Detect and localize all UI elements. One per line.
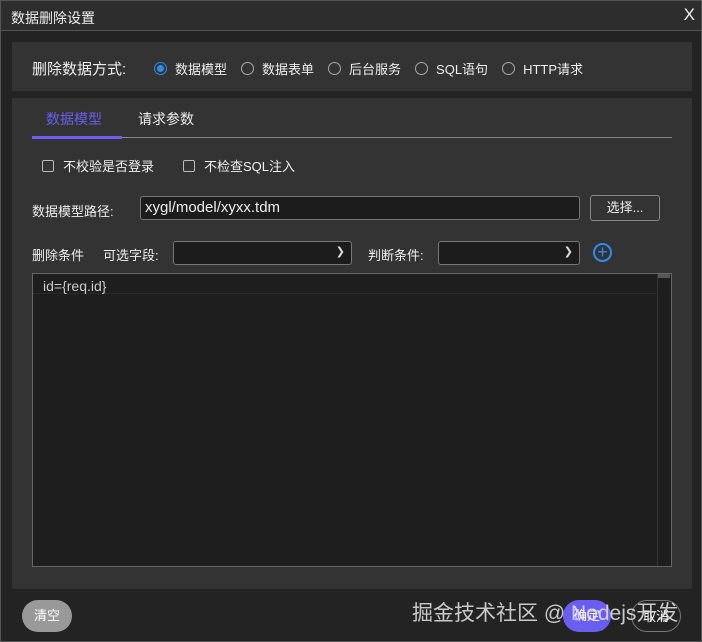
checkbox-label: 不校验是否登录 [63,159,155,174]
scrollbar-thumb[interactable] [658,274,670,278]
condition-editor[interactable]: id={req.id} [32,273,672,567]
checkbox-icon [42,159,54,172]
delete-condition-label: 删除条件 [32,248,85,263]
checkbox-label: 不检查SQL注入 [204,159,296,174]
radio-data-model[interactable]: 数据模型 [154,59,227,78]
tab-request-params[interactable]: 请求参数 [138,109,194,129]
active-tab-indicator [32,136,122,139]
judge-label: 判断条件: [368,248,424,263]
field-select[interactable]: ❯ [173,241,352,265]
radio-sql[interactable]: SQL语句 [415,59,488,78]
model-path-input[interactable]: xygl/model/xyxx.tdm [140,196,580,220]
condition-code: id={req.id} [43,278,107,294]
judge-select[interactable]: ❯ [438,241,580,265]
skip-login-check-checkbox[interactable]: 不校验是否登录 [42,156,154,175]
dialog-title: 数据删除设置 [11,10,95,26]
skip-sql-injection-checkbox[interactable]: 不检查SQL注入 [183,156,295,175]
tab-bar: 数据模型 请求参数 [32,98,672,139]
radio-label: 数据表单 [262,62,315,77]
chevron-down-icon: ❯ [563,246,573,258]
cancel-button[interactable]: 取消 [631,600,681,632]
tab-data-model[interactable]: 数据模型 [46,109,102,129]
radio-icon [502,62,516,75]
current-line-highlight [33,276,657,294]
settings-panel: 数据模型 请求参数 不校验是否登录 不检查SQL注入 数据模型路径: xygl/… [12,98,692,589]
delete-method-label: 删除数据方式: [32,61,127,78]
ok-button[interactable]: 确定 [563,600,611,632]
radio-label: SQL语句 [436,62,489,77]
model-path-label: 数据模型路径: [32,204,114,219]
checkbox-icon [183,159,195,172]
radio-icon [415,62,429,75]
field-label: 可选字段: [103,248,159,263]
radio-backend-service[interactable]: 后台服务 [328,59,401,78]
radio-http[interactable]: HTTP请求 [502,59,583,78]
radio-label: HTTP请求 [523,62,584,77]
radio-icon [328,62,342,75]
delete-method-panel: 删除数据方式: 数据模型 数据表单 后台服务 SQL语句 HTTP请求 [12,42,692,91]
radio-icon [154,62,167,75]
close-icon[interactable]: X [684,5,695,25]
clear-button[interactable]: 清空 [22,600,72,632]
title-bar: 数据删除设置 X [1,1,701,31]
radio-data-form[interactable]: 数据表单 [241,59,314,78]
radio-label: 后台服务 [349,62,402,77]
vertical-scrollbar[interactable] [657,274,671,566]
radio-label: 数据模型 [175,62,228,77]
choose-button[interactable]: 选择... [590,195,660,221]
dialog-window: 数据删除设置 X 删除数据方式: 数据模型 数据表单 后台服务 SQL语句 HT… [0,0,702,642]
delete-method-radios: 数据模型 数据表单 后台服务 SQL语句 HTTP请求 [154,59,583,78]
add-condition-icon[interactable]: + [593,243,612,262]
chevron-down-icon: ❯ [335,246,345,258]
radio-icon [241,62,255,75]
